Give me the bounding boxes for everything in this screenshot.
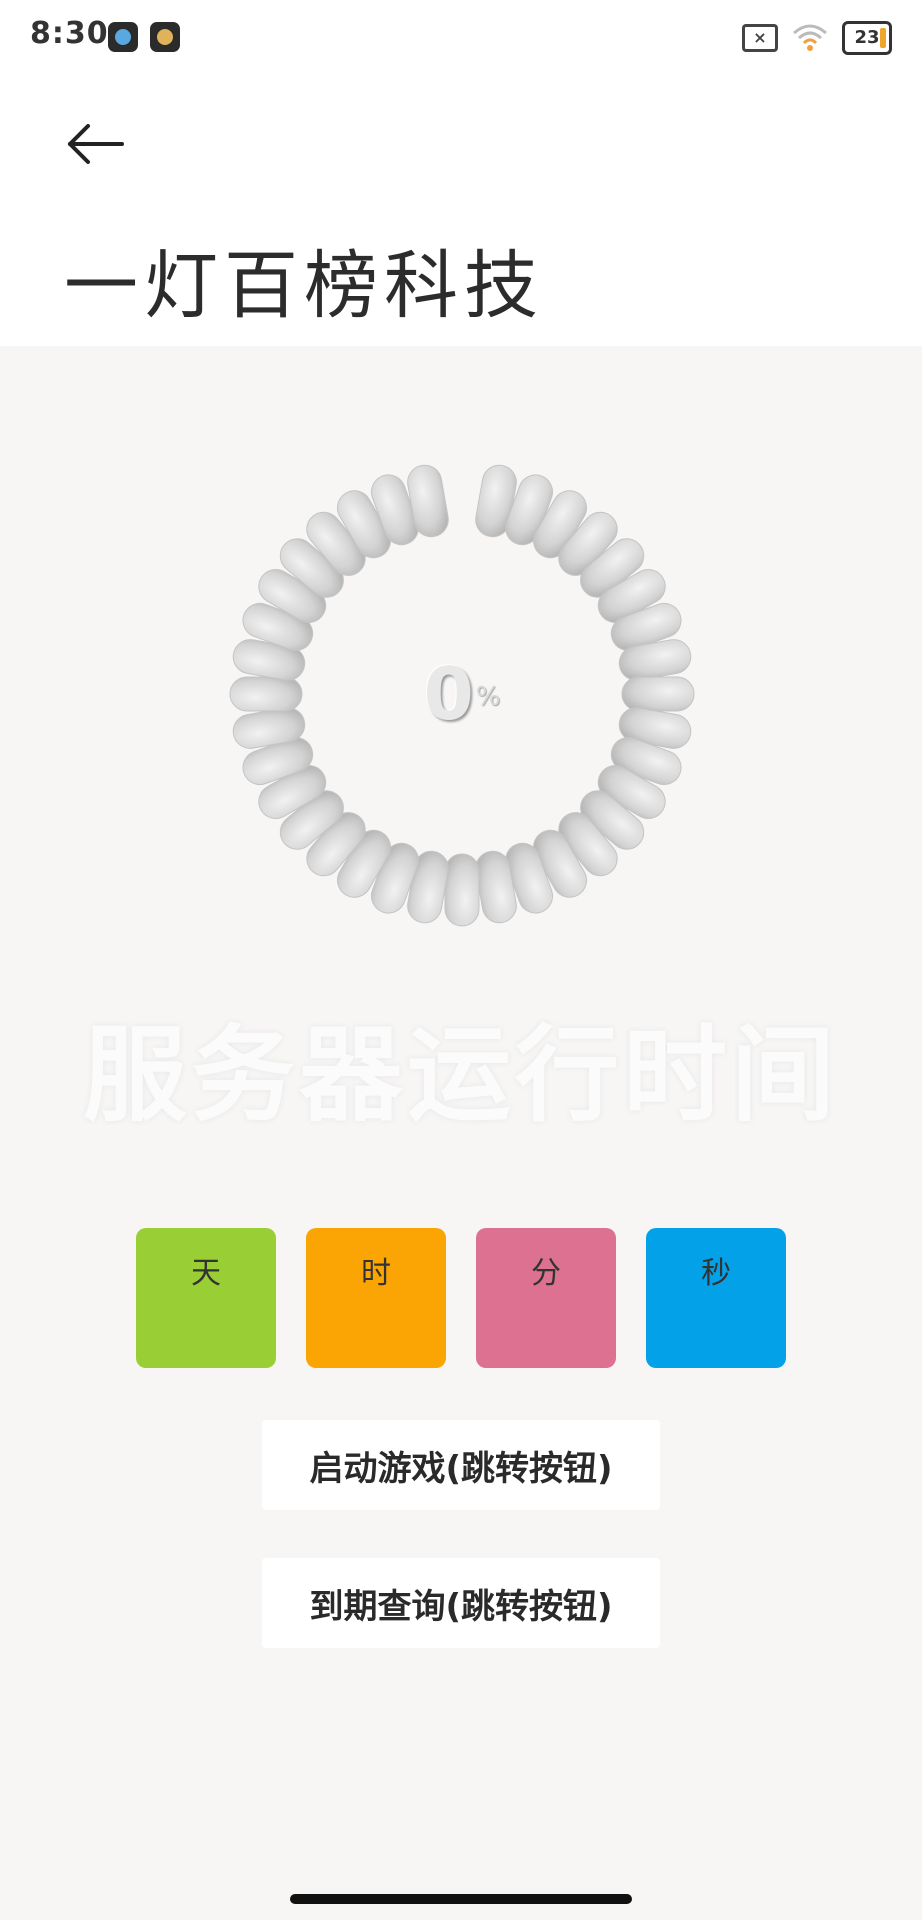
days-label: 天 — [191, 1256, 221, 1291]
minutes-box[interactable]: 分 — [476, 1228, 616, 1368]
server-uptime-heading: 服务器运行时间 — [82, 1014, 839, 1136]
start-game-button[interactable]: 启动游戏(跳转按钮) — [262, 1420, 660, 1510]
battery-icon: 23 — [842, 21, 892, 55]
globe-app-icon — [108, 22, 138, 52]
days-box[interactable]: 天 — [136, 1228, 276, 1368]
progress-unit: % — [475, 682, 501, 712]
wifi-icon — [793, 24, 827, 51]
seconds-label: 秒 — [701, 1256, 731, 1291]
arrow-left-icon[interactable] — [60, 112, 130, 172]
seconds-box[interactable]: 秒 — [646, 1228, 786, 1368]
cloud-app-icon — [150, 22, 180, 52]
progress-value: 0 — [423, 652, 474, 736]
battery-level: 23 — [854, 27, 880, 48]
hours-label: 时 — [361, 1256, 391, 1291]
status-icons: × 23 — [742, 18, 892, 58]
page-title: 一灯百榜科技 — [64, 243, 544, 329]
home-indicator[interactable] — [290, 1894, 632, 1904]
expiry-query-button[interactable]: 到期查询(跳转按钮) — [262, 1558, 660, 1648]
progress-ring: 0 % — [222, 454, 702, 934]
status-time: 8:30 — [30, 16, 109, 51]
no-sim-icon: × — [742, 24, 778, 52]
minutes-label: 分 — [531, 1256, 561, 1291]
app-header: 8:30 × 23 一灯百榜科技 — [0, 0, 922, 346]
progress-readout: 0 % — [222, 454, 702, 934]
hours-box[interactable]: 时 — [306, 1228, 446, 1368]
